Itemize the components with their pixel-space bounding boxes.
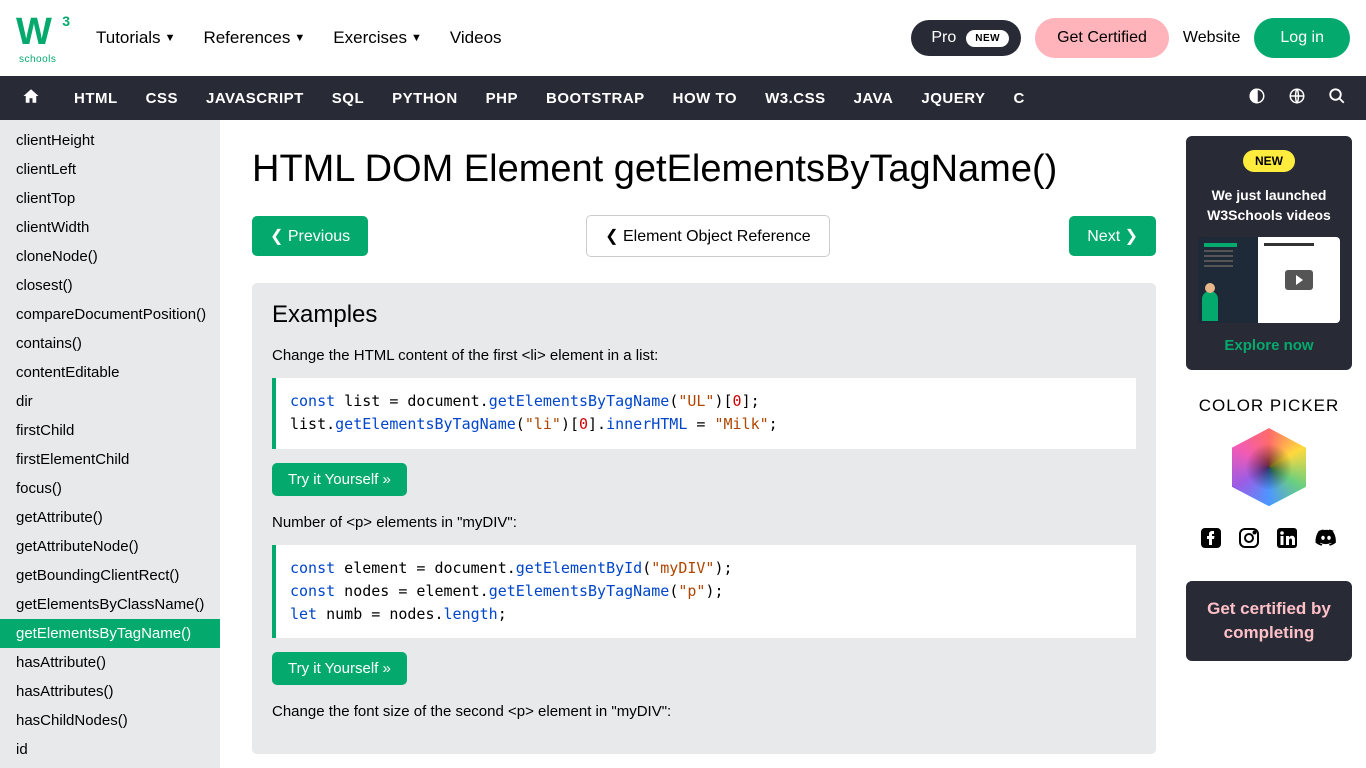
caret-down-icon: ▼: [294, 32, 305, 44]
sidebar-item[interactable]: focus(): [0, 474, 220, 503]
lang-item-c[interactable]: C: [1000, 90, 1039, 107]
examples-heading: Examples: [272, 301, 1136, 329]
character-icon: [1202, 291, 1218, 321]
code-block: const element = document.getElementById(…: [272, 545, 1136, 639]
lang-item-java[interactable]: JAVA: [840, 90, 908, 107]
search-icon[interactable]: [1328, 87, 1346, 110]
website-link[interactable]: Website: [1183, 29, 1241, 47]
caret-down-icon: ▼: [411, 32, 422, 44]
sidebar-item[interactable]: hasAttributes(): [0, 677, 220, 706]
lang-item-css[interactable]: CSS: [132, 90, 192, 107]
lang-item-sql[interactable]: SQL: [318, 90, 378, 107]
w3schools-logo[interactable]: W 3 schools: [16, 13, 76, 63]
discord-icon[interactable]: [1313, 526, 1339, 557]
element-reference-button[interactable]: ❮ Element Object Reference: [586, 215, 830, 257]
sidebar-item[interactable]: getBoundingClientRect(): [0, 561, 220, 590]
try-it-button[interactable]: Try it Yourself »: [272, 652, 407, 685]
previous-button[interactable]: ❮ Previous: [252, 216, 368, 256]
sidebar-item[interactable]: compareDocumentPosition(): [0, 300, 220, 329]
sidebar-item[interactable]: dir: [0, 387, 220, 416]
get-certified-button[interactable]: Get Certified: [1035, 18, 1169, 58]
top-right: ProNEW Get Certified Website Log in: [911, 18, 1350, 58]
nav-videos[interactable]: Videos: [450, 28, 502, 48]
play-icon: [1285, 270, 1313, 290]
example-desc: Change the font size of the second <p> e…: [272, 703, 1136, 720]
page-title: HTML DOM Element getElementsByTagName(): [252, 148, 1156, 191]
lang-item-howto[interactable]: HOW TO: [659, 90, 751, 107]
color-picker-hexagon[interactable]: [1226, 428, 1312, 506]
explore-now-link[interactable]: Explore now: [1198, 337, 1340, 354]
sidebar-item[interactable]: getAttribute(): [0, 503, 220, 532]
nav-tutorials[interactable]: Tutorials▼: [96, 28, 175, 48]
example-desc: Number of <p> elements in "myDIV":: [272, 514, 1136, 531]
sidebar-item[interactable]: firstChild: [0, 416, 220, 445]
color-picker-section: COLOR PICKER: [1186, 396, 1352, 557]
facebook-icon[interactable]: [1199, 526, 1223, 557]
try-it-button[interactable]: Try it Yourself »: [272, 463, 407, 496]
sidebar-item[interactable]: clientHeight: [0, 126, 220, 155]
right-panel: NEW We just launched W3Schools videos Ex…: [1178, 120, 1366, 768]
sidebar-item[interactable]: clientTop: [0, 184, 220, 213]
language-nav: HTMLCSSJAVASCRIPTSQLPYTHONPHPBOOTSTRAPHO…: [0, 76, 1366, 120]
sidebar-item[interactable]: getAttributeNode(): [0, 532, 220, 561]
sidebar[interactable]: clientHeightclientLeftclientTopclientWid…: [0, 120, 220, 768]
top-nav: Tutorials▼ References▼ Exercises▼ Videos: [96, 28, 502, 48]
sidebar-item[interactable]: id: [0, 735, 220, 764]
pro-button[interactable]: ProNEW: [911, 20, 1021, 56]
lang-item-html[interactable]: HTML: [60, 90, 132, 107]
nav-references[interactable]: References▼: [203, 28, 305, 48]
lang-item-python[interactable]: PYTHON: [378, 90, 472, 107]
cert-promo-text: Get certified by completing: [1198, 597, 1340, 645]
lang-item-w3css[interactable]: W3.CSS: [751, 90, 840, 107]
examples-section: Examples Change the HTML content of the …: [252, 283, 1156, 754]
sidebar-item[interactable]: hasAttribute(): [0, 648, 220, 677]
home-icon[interactable]: [12, 87, 50, 110]
sidebar-item[interactable]: contentEditable: [0, 358, 220, 387]
new-badge: NEW: [1243, 150, 1295, 172]
sidebar-item[interactable]: firstElementChild: [0, 445, 220, 474]
next-button[interactable]: Next ❯: [1069, 216, 1156, 256]
social-icons: [1186, 526, 1352, 557]
top-header: W 3 schools Tutorials▼ References▼ Exerc…: [0, 0, 1366, 76]
videos-promo-box[interactable]: NEW We just launched W3Schools videos Ex…: [1186, 136, 1352, 370]
caret-down-icon: ▼: [165, 32, 176, 44]
instagram-icon[interactable]: [1237, 526, 1261, 557]
sidebar-item[interactable]: contains(): [0, 329, 220, 358]
video-promo-text: We just launched W3Schools videos: [1198, 186, 1340, 225]
theme-toggle-icon[interactable]: [1248, 87, 1266, 110]
cert-promo-box[interactable]: Get certified by completing: [1186, 581, 1352, 661]
code-block: const list = document.getElementsByTagNa…: [272, 378, 1136, 449]
new-pill: NEW: [966, 30, 1009, 47]
sidebar-item[interactable]: hasChildNodes(): [0, 706, 220, 735]
color-picker-title: COLOR PICKER: [1186, 396, 1352, 416]
sidebar-item[interactable]: cloneNode(): [0, 242, 220, 271]
sidebar-item[interactable]: getElementsByTagName(): [0, 619, 220, 648]
linkedin-icon[interactable]: [1275, 526, 1299, 557]
nav-exercises[interactable]: Exercises▼: [333, 28, 422, 48]
example-desc: Change the HTML content of the first <li…: [272, 347, 1136, 364]
main-content: HTML DOM Element getElementsByTagName() …: [220, 120, 1178, 768]
video-thumbnail: [1198, 237, 1340, 323]
sidebar-item[interactable]: clientLeft: [0, 155, 220, 184]
sidebar-item[interactable]: closest(): [0, 271, 220, 300]
lang-item-javascript[interactable]: JAVASCRIPT: [192, 90, 318, 107]
login-button[interactable]: Log in: [1254, 18, 1350, 58]
sidebar-item[interactable]: clientWidth: [0, 213, 220, 242]
globe-icon[interactable]: [1288, 87, 1306, 110]
lang-item-php[interactable]: PHP: [472, 90, 532, 107]
lang-item-bootstrap[interactable]: BOOTSTRAP: [532, 90, 659, 107]
sidebar-item[interactable]: getElementsByClassName(): [0, 590, 220, 619]
lang-item-jquery[interactable]: JQUERY: [907, 90, 999, 107]
